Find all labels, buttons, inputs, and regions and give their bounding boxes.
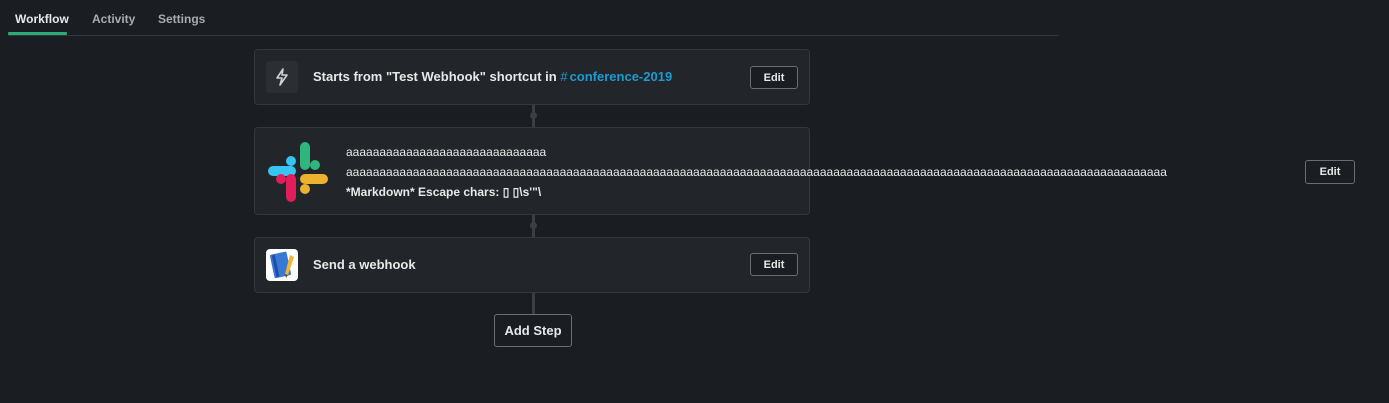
message-line-2: aaaaaaaaaaaaaaaaaaaaaaaaaaaaaaaaaaaaaaaa… (346, 165, 1167, 179)
edit-webhook-button[interactable]: Edit (750, 253, 798, 276)
connector-dot (530, 222, 537, 229)
trigger-step-card: Starts from "Test Webhook" shortcut in #… (254, 49, 810, 105)
message-line-3: *Markdown* Escape chars: ▯ ▯\s'"\ (346, 185, 542, 199)
tab-settings[interactable]: Settings (158, 12, 205, 26)
step-connector (532, 292, 535, 314)
channel-link[interactable]: # conference-2019 (560, 69, 672, 84)
edit-trigger-button[interactable]: Edit (750, 66, 798, 89)
webhook-step-title: Send a webhook (313, 257, 416, 272)
notebook-icon (266, 249, 298, 281)
slack-logo-icon (266, 140, 330, 204)
tab-activity[interactable]: Activity (92, 12, 135, 26)
tab-bar: Workflow Activity Settings (8, 0, 1059, 36)
active-tab-indicator (8, 32, 67, 35)
edit-message-button[interactable]: Edit (1305, 160, 1355, 184)
add-step-button[interactable]: Add Step (494, 314, 572, 347)
message-line-1: aaaaaaaaaaaaaaaaaaaaaaaaaaaaaa (346, 145, 547, 159)
channel-name: conference-2019 (569, 69, 673, 84)
trigger-step-title: Starts from "Test Webhook" shortcut in #… (313, 69, 672, 84)
message-step-card: aaaaaaaaaaaaaaaaaaaaaaaaaaaaaa aaaaaaaaa… (254, 127, 1355, 215)
webhook-step-card: Send a webhook Edit (254, 237, 810, 293)
lightning-bolt-icon (266, 61, 298, 93)
connector-dot (530, 112, 537, 119)
channel-hash: # (560, 69, 568, 84)
trigger-step-text: Starts from "Test Webhook" shortcut in (313, 69, 557, 84)
tab-workflow[interactable]: Workflow (15, 12, 69, 26)
